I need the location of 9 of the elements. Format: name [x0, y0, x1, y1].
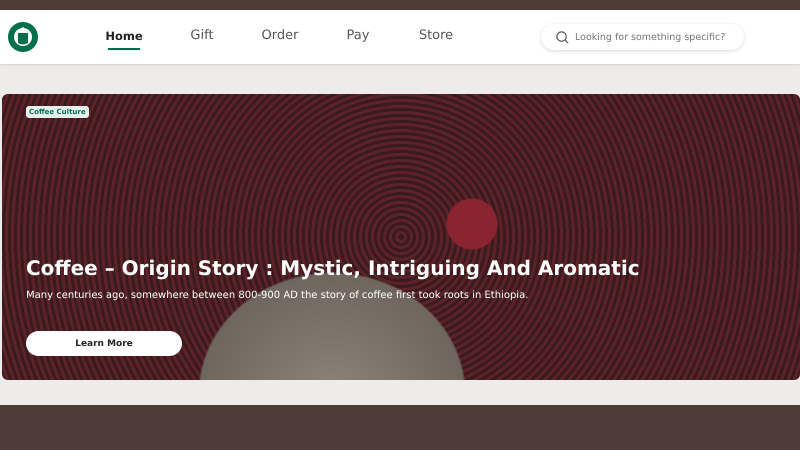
- nav-tab[interactable]: Order: [240, 10, 320, 64]
- nav-tab[interactable]: Gift: [162, 10, 242, 64]
- hero-description: Many centuries ago, somewhere between 800-900 AD the story of coffee first took roots in Ethiopia.: [26, 290, 530, 300]
- nav-tab[interactable]: Store: [396, 10, 476, 64]
- nav-tab[interactable]: Pay: [318, 10, 398, 64]
- logo-icon[interactable]: [7, 21, 39, 53]
- search-field[interactable]: Looking for something specific?: [541, 24, 744, 50]
- hero-title: Coffee – Origin Story : Mystic, Intriguing And Aromatic: [26, 256, 641, 280]
- learn-more-button[interactable]: Learn More: [26, 331, 182, 356]
